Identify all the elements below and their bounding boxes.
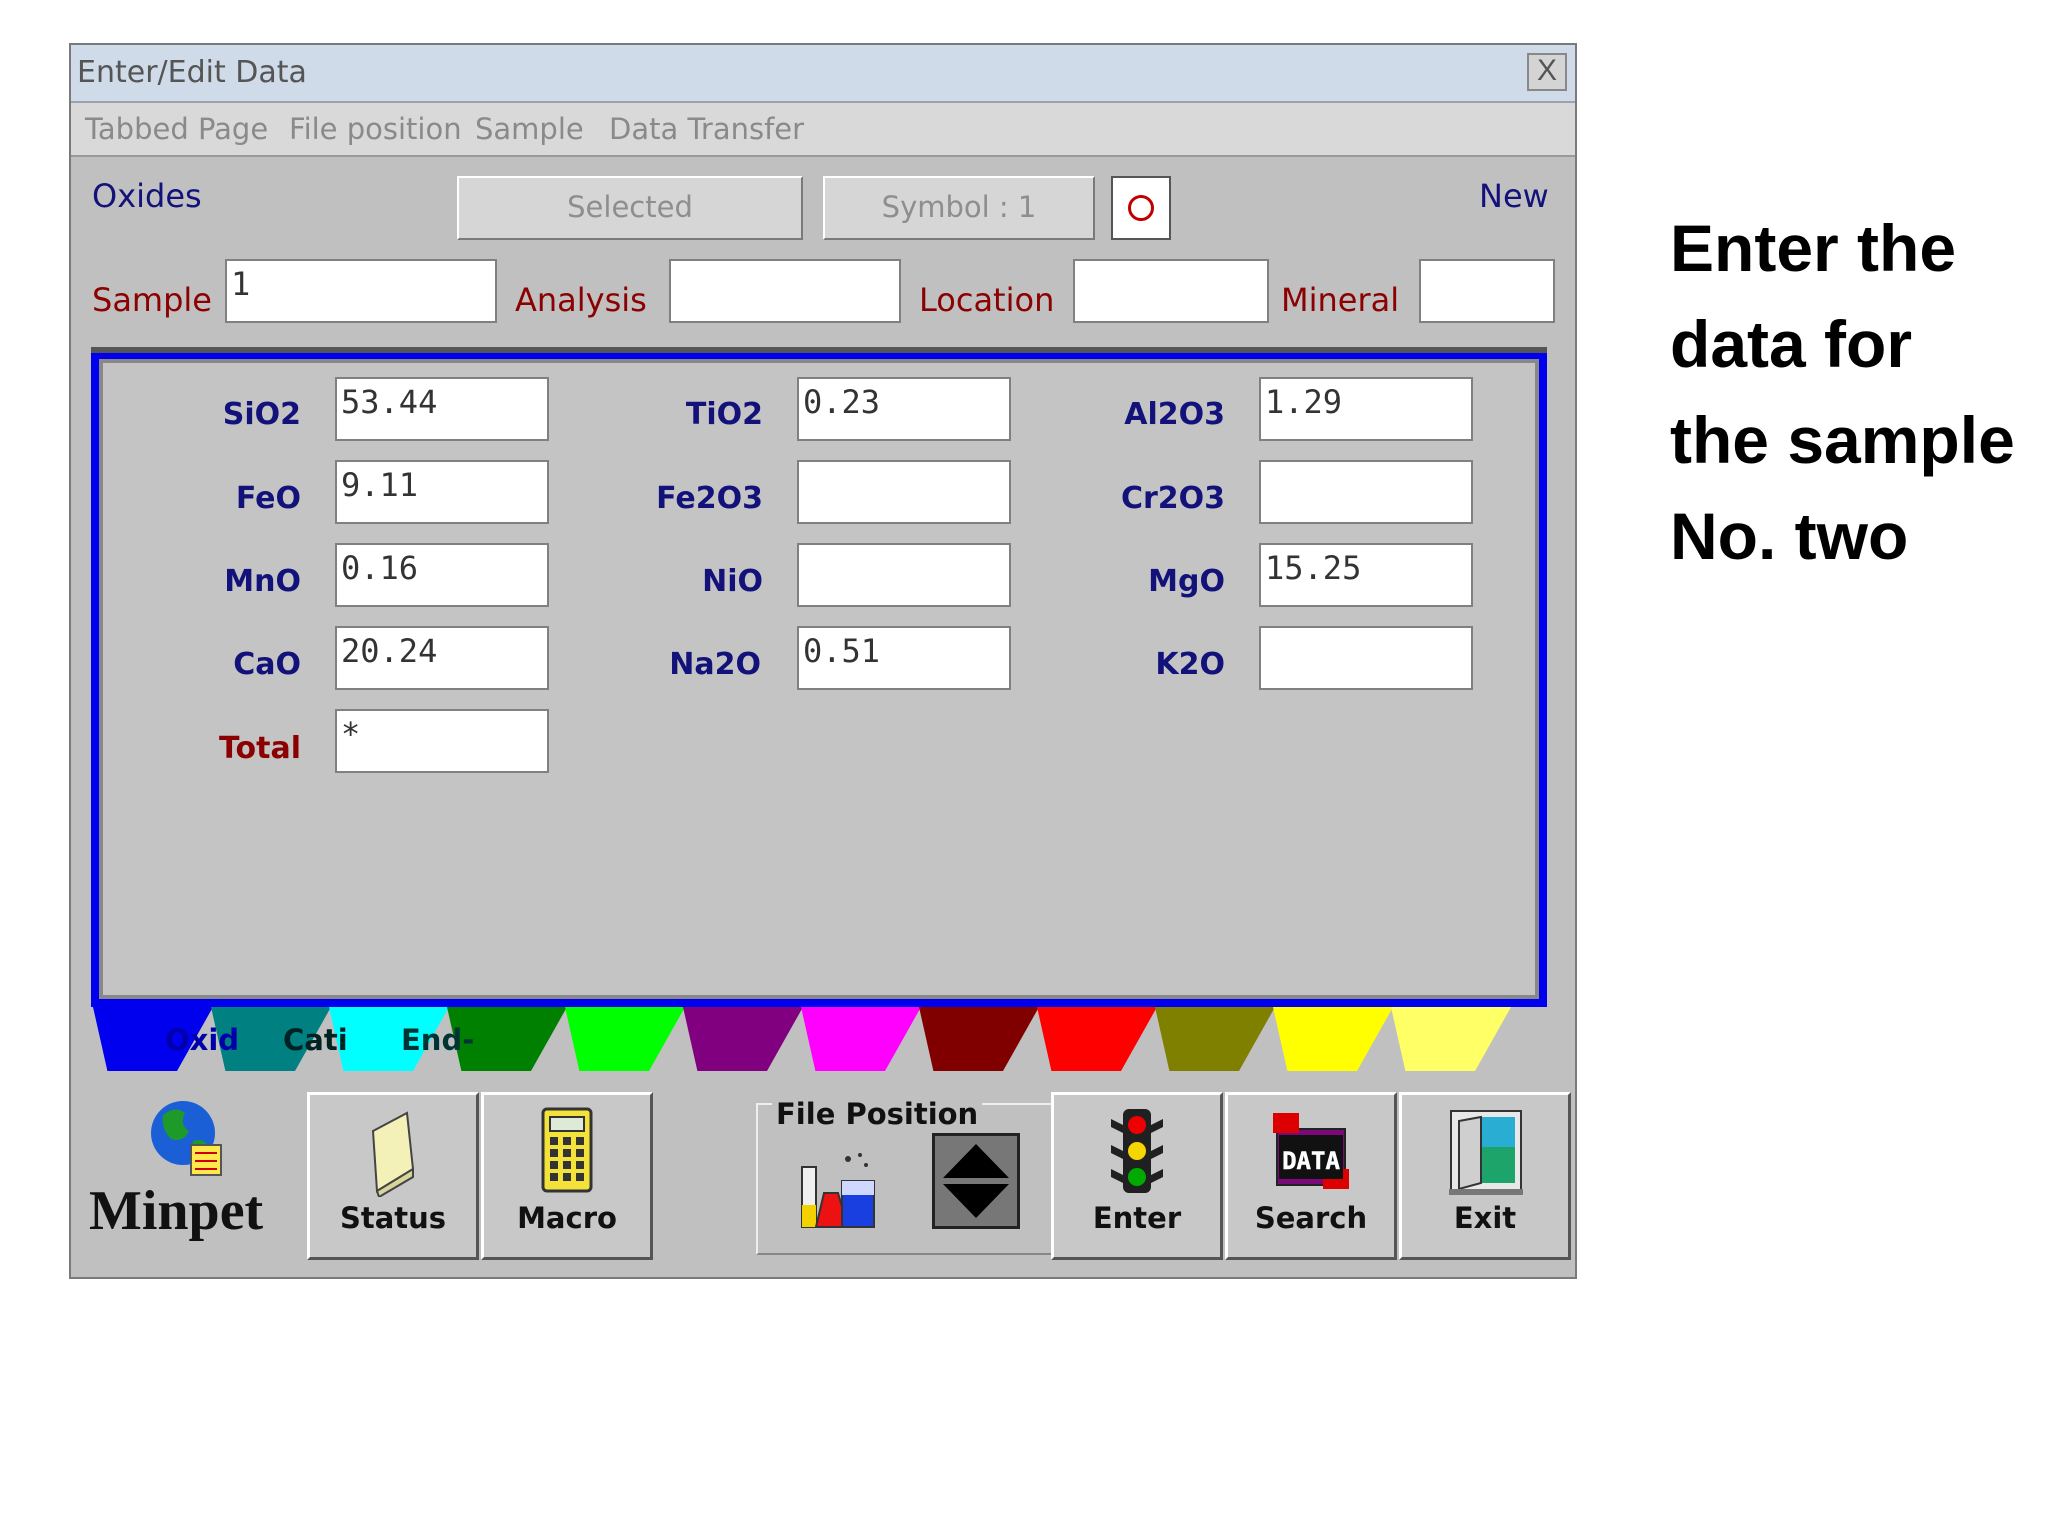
globe-icon [151, 1101, 222, 1176]
status-caption: Status [339, 1201, 447, 1235]
oxide-field-al2o3[interactable]: 1.29 [1259, 377, 1473, 441]
oxide-label-k2o: K2O [1155, 647, 1225, 682]
exit-button[interactable]: Exit [1399, 1092, 1571, 1260]
folder-icon [371, 1111, 415, 1197]
enter-button[interactable]: Enter [1051, 1092, 1223, 1260]
oxide-label-nio: NiO [702, 564, 763, 599]
title-bar: Enter/Edit Data X [71, 45, 1575, 103]
new-label[interactable]: New [1479, 177, 1549, 215]
total-field[interactable]: * [335, 709, 549, 773]
menu-bar: Tabbed Page File position Sample Data Tr… [71, 103, 1575, 157]
up-down-arrows-icon [943, 1144, 1009, 1218]
total-label: Total [219, 731, 301, 766]
data-icon-text: DATA [1282, 1147, 1340, 1175]
menu-file-position[interactable]: File position [289, 112, 462, 146]
page-tab-7[interactable] [801, 1007, 921, 1071]
status-button[interactable]: Status [307, 1092, 479, 1260]
oxide-field-cr2o3[interactable] [1259, 460, 1473, 524]
exit-door-icon [1449, 1110, 1523, 1195]
minpet-logo: Minpet [89, 1095, 279, 1255]
lab-flasks-icon [801, 1153, 875, 1228]
page-tab-5[interactable] [565, 1007, 685, 1071]
calculator-icon [541, 1107, 593, 1193]
menu-tabbed-page[interactable]: Tabbed Page [85, 112, 268, 146]
analysis-field[interactable] [669, 259, 901, 323]
oxide-label-fe2o3: Fe2O3 [656, 481, 763, 516]
oxides-panel-body: SiO2 53.44 FeO 9.11 MnO 0.16 CaO 20.24 T… [99, 359, 1539, 999]
menu-sample[interactable]: Sample [475, 112, 584, 146]
window-title: Enter/Edit Data [77, 55, 307, 90]
mineral-label: Mineral [1281, 281, 1400, 319]
location-field[interactable] [1073, 259, 1269, 323]
instruction-note: Enter the data for the sample No. two [1670, 200, 2040, 584]
oxide-label-tio2: TiO2 [685, 397, 763, 432]
analysis-label: Analysis [515, 281, 647, 319]
page-tabs: Oxid Cati End- [93, 1007, 1553, 1071]
traffic-light-icon [1111, 1109, 1163, 1193]
close-button[interactable]: X [1527, 53, 1567, 91]
menu-data-transfer[interactable]: Data Transfer [609, 112, 804, 146]
file-position-group: File Position [756, 1097, 1064, 1255]
enter-caption: Enter [1092, 1201, 1182, 1235]
oxide-label-mno: MnO [224, 564, 301, 599]
location-label: Location [919, 281, 1055, 319]
oxide-label-cao: CaO [233, 647, 301, 682]
exit-caption: Exit [1453, 1201, 1517, 1235]
search-caption: Search [1254, 1201, 1368, 1235]
symbol-button[interactable]: Symbol : 1 [823, 176, 1095, 240]
instruction-line: the sample [1670, 403, 2015, 477]
oxides-label: Oxides [92, 177, 202, 215]
record-circle-button[interactable] [1111, 176, 1171, 240]
page-tab-9[interactable] [1037, 1007, 1157, 1071]
search-button[interactable]: DATA Search [1225, 1092, 1397, 1260]
mineral-field[interactable] [1419, 259, 1555, 323]
circle-icon [1128, 195, 1154, 221]
oxide-label-mgo: MgO [1148, 564, 1225, 599]
tab-oxid-label[interactable]: Oxid [165, 1023, 239, 1057]
instruction-line: No. two [1670, 499, 1909, 573]
instruction-line: data for [1670, 307, 1913, 381]
page-tab-6[interactable] [683, 1007, 803, 1071]
sample-label: Sample [92, 281, 212, 319]
oxide-label-al2o3: Al2O3 [1124, 397, 1225, 432]
oxides-panel: SiO2 53.44 FeO 9.11 MnO 0.16 CaO 20.24 T… [91, 347, 1547, 1007]
macro-caption: Macro [517, 1201, 617, 1235]
page-tab-8[interactable] [919, 1007, 1039, 1071]
page-tab-10[interactable] [1155, 1007, 1275, 1071]
file-position-spinner[interactable] [932, 1133, 1020, 1229]
page-tab-12[interactable] [1391, 1007, 1511, 1071]
oxide-field-k2o[interactable] [1259, 626, 1473, 690]
sample-field[interactable]: 1 [225, 259, 497, 323]
oxide-field-mgo[interactable]: 15.25 [1259, 543, 1473, 607]
macro-button[interactable]: Macro [481, 1092, 653, 1260]
oxide-label-na2o: Na2O [669, 647, 761, 682]
selected-button[interactable]: Selected [457, 176, 803, 240]
page-tab-11[interactable] [1273, 1007, 1393, 1071]
instruction-line: Enter the [1670, 211, 1957, 285]
data-search-icon: DATA [1273, 1113, 1349, 1189]
oxide-label-sio2: SiO2 [222, 397, 301, 432]
minpet-logo-text: Minpet [89, 1180, 264, 1242]
oxide-label-cr2o3: Cr2O3 [1120, 481, 1225, 516]
tab-end-label[interactable]: End- [401, 1023, 474, 1057]
oxide-label-feo: FeO [235, 481, 301, 516]
file-position-label: File Position [772, 1097, 983, 1131]
enter-edit-window: Enter/Edit Data X Tabbed Page File posit… [69, 43, 1577, 1279]
tab-cati-label[interactable]: Cati [283, 1023, 348, 1057]
